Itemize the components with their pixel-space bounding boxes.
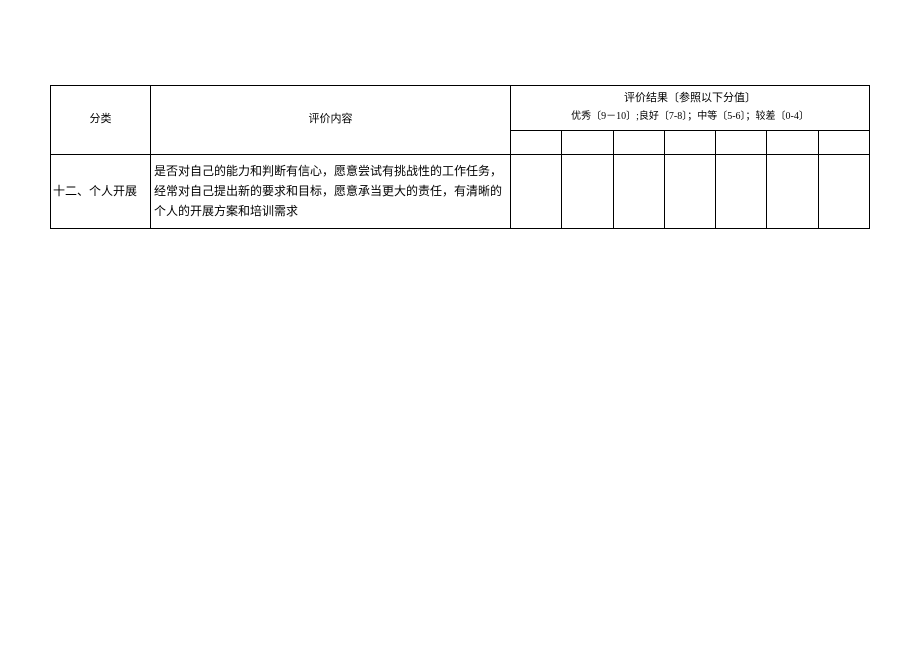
- cell-category: 十二、个人开展: [51, 154, 151, 228]
- table-header-row-1: 分类 评价内容 评价结果〔参照以下分值〕 优秀〔9－10〕;良好〔7-8〕；中等…: [51, 86, 870, 131]
- cell-content: 是否对自己的能力和判断有信心，愿意尝试有挑战性的工作任务，经常对自己提出新的要求…: [151, 154, 511, 228]
- header-result-scale-text: 优秀〔9－10〕;良好〔7-8〕；中等〔5-6〕；较差〔0-4〕: [514, 108, 866, 126]
- header-score-col-1: [511, 130, 562, 154]
- cell-score-5[interactable]: [716, 154, 767, 228]
- cell-score-1[interactable]: [511, 154, 562, 228]
- evaluation-table: 分类 评价内容 评价结果〔参照以下分值〕 优秀〔9－10〕;良好〔7-8〕；中等…: [50, 85, 870, 229]
- header-score-col-6: [767, 130, 818, 154]
- header-score-col-2: [562, 130, 613, 154]
- cell-score-7[interactable]: [818, 154, 869, 228]
- cell-score-4[interactable]: [664, 154, 715, 228]
- header-score-col-3: [613, 130, 664, 154]
- header-score-col-4: [664, 130, 715, 154]
- cell-score-3[interactable]: [613, 154, 664, 228]
- cell-score-6[interactable]: [767, 154, 818, 228]
- header-content: 评价内容: [151, 86, 511, 155]
- header-result-title-text: 评价结果〔参照以下分值〕: [514, 90, 866, 108]
- header-result: 评价结果〔参照以下分值〕 优秀〔9－10〕;良好〔7-8〕；中等〔5-6〕；较差…: [511, 86, 870, 131]
- header-score-col-5: [716, 130, 767, 154]
- header-score-col-7: [818, 130, 869, 154]
- cell-score-2[interactable]: [562, 154, 613, 228]
- header-category: 分类: [51, 86, 151, 155]
- table-row: 十二、个人开展 是否对自己的能力和判断有信心，愿意尝试有挑战性的工作任务，经常对…: [51, 154, 870, 228]
